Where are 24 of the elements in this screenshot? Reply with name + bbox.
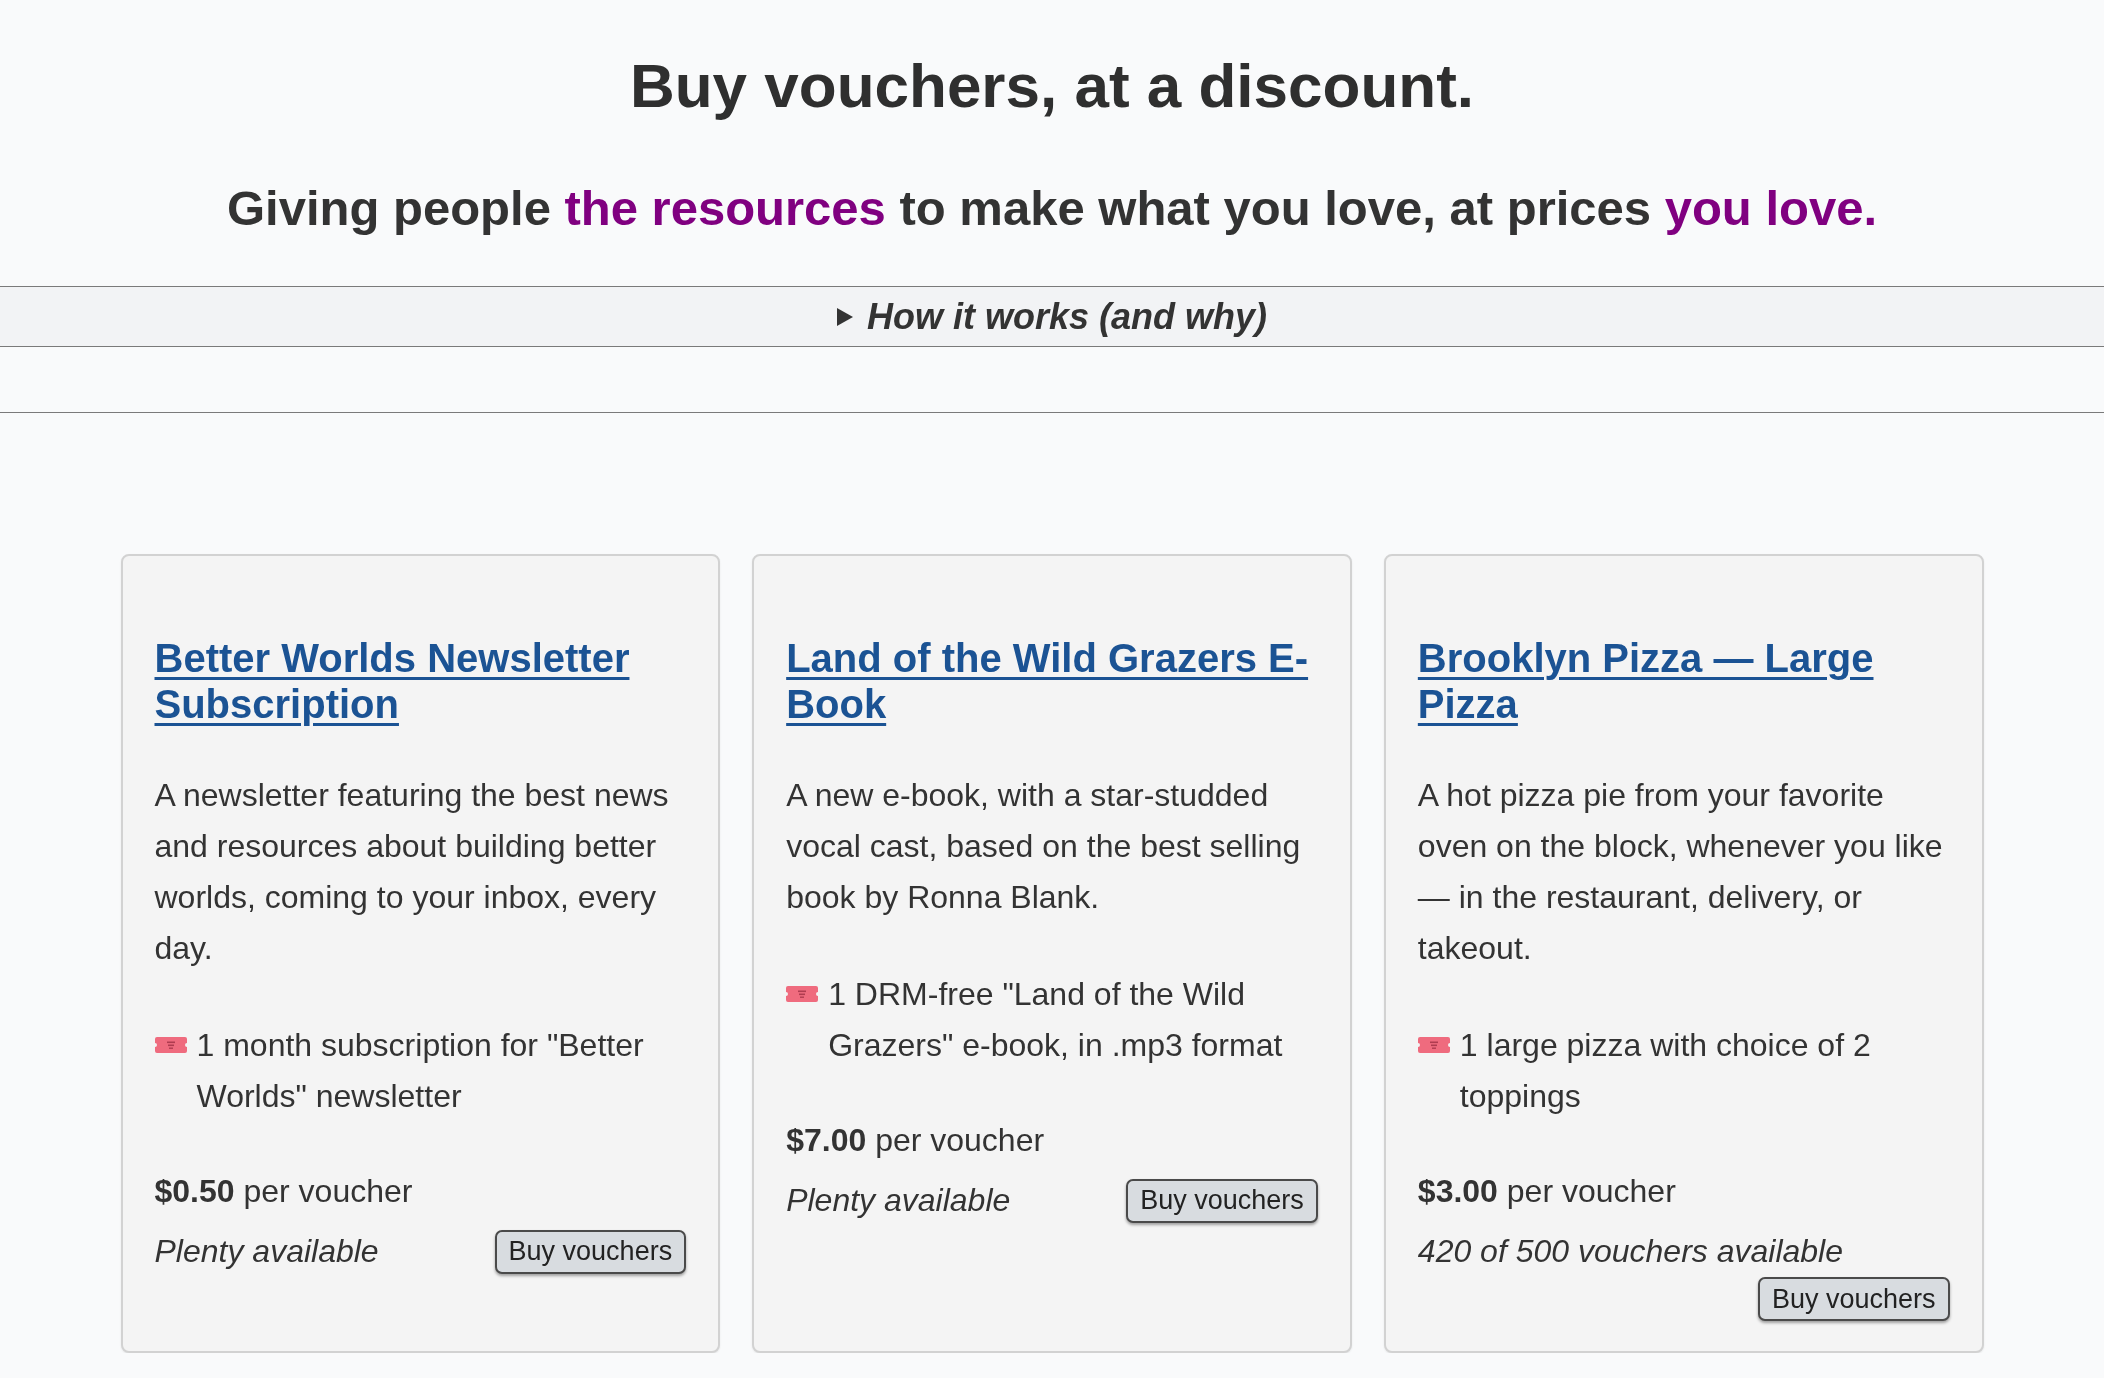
page-title: Buy vouchers, at a discount. — [628, 50, 1476, 122]
ticket-icon — [154, 1037, 187, 1053]
disclosure-summary[interactable]: How it works (and why) — [0, 287, 2104, 346]
price-text: $0.50 per voucher — [154, 1172, 414, 1211]
buy-vouchers-button[interactable]: Buy vouchers — [494, 1229, 687, 1274]
product-description: A hot pizza pie from your favorite oven on the block, whenever you like — in the restaurant, delivery, or takeout. — [1417, 776, 1944, 968]
ticket-icon — [1417, 1037, 1450, 1053]
product-title-link[interactable]: Land of the Wild Grazers E-Book — [786, 635, 1318, 727]
buy-vouchers-button[interactable]: Buy vouchers — [1126, 1178, 1318, 1223]
voucher-description: 1 DRM-free "Land of the Wild Grazers" e-book, in .mp3 format — [828, 975, 1284, 1065]
ticket-icon — [786, 986, 819, 1002]
availability-text: Plenty available — [154, 1232, 379, 1271]
voucher-description: 1 month subscription for "Better Worlds" newsletter — [196, 1026, 645, 1116]
availability-text: 420 of 500 vouchers available — [1417, 1232, 1843, 1271]
product-title-link[interactable]: Better Worlds Newsletter Subscription — [154, 635, 687, 727]
product-description: A new e-book, with a star-studded vocal cast, based on the best selling book by Ronna Blank. — [786, 776, 1302, 917]
price-text: $7.00 per voucher — [786, 1121, 1046, 1160]
buy-vouchers-button[interactable]: Buy vouchers — [1757, 1277, 1950, 1321]
product-title-link[interactable]: Brooklyn Pizza — Large Pizza — [1417, 635, 1950, 727]
product-description: A newsletter featuring the best news and resources about building better worlds, coming to your inbox, every day. — [154, 776, 670, 968]
tagline: Giving people the resources to make what you love, at prices you love. — [225, 181, 1879, 236]
availability-text: Plenty available — [786, 1181, 1011, 1220]
price-text: $3.00 per voucher — [1417, 1172, 1677, 1211]
voucher-description: 1 large pizza with choice of 2 toppings — [1459, 1026, 1872, 1116]
